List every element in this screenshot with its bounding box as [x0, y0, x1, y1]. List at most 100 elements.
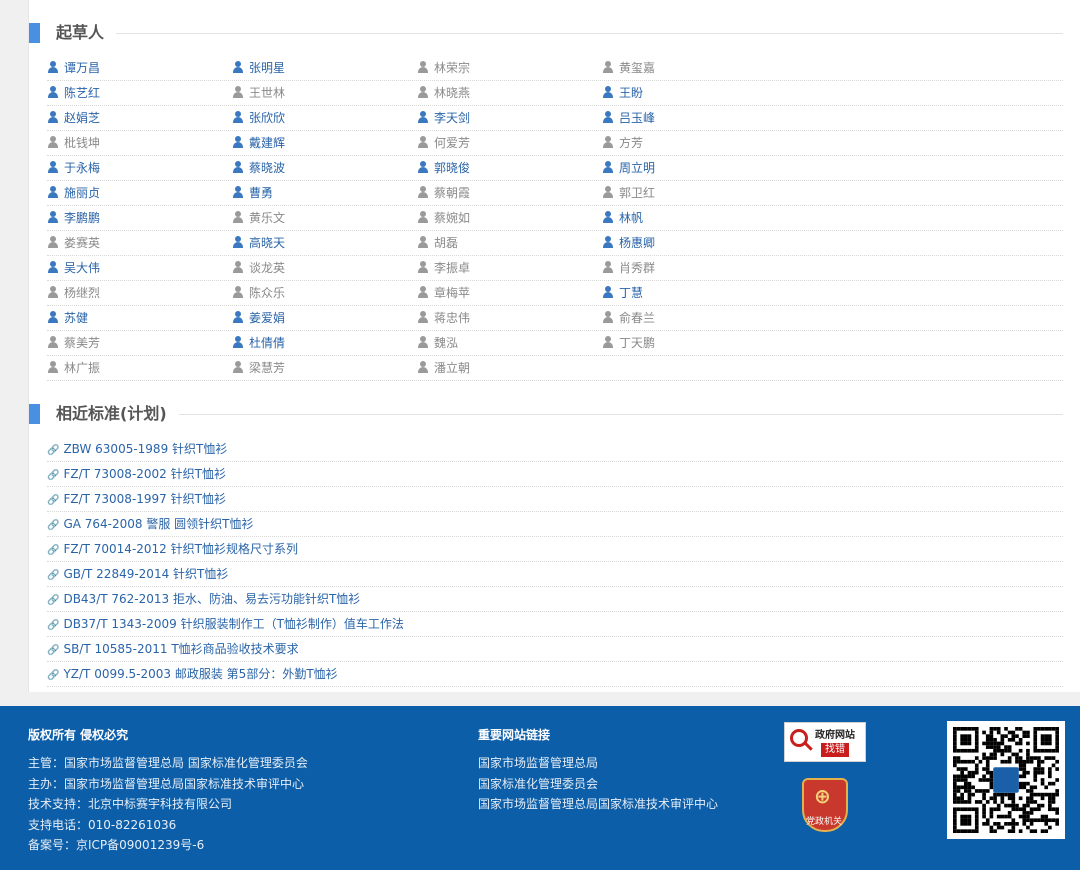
drafter-row: 枇钱坤 戴建辉 何爱芳 方芳 [47, 131, 1063, 156]
footer-link-review-center[interactable]: 国家市场监督管理总局国家标准技术审评中心 [478, 794, 728, 815]
drafter-item[interactable]: 王盼 [602, 81, 643, 105]
related-standard-link[interactable]: DB37/T 1343-2009 针织服装制作工（T恤衫制作）值车工作法 [63, 617, 403, 631]
related-standard-link[interactable]: FZ/T 73008-2002 针织T恤衫 [63, 467, 226, 481]
person-icon [47, 186, 59, 198]
magnifier-handle [804, 742, 813, 751]
related-standard-link[interactable]: SB/T 10585-2011 T恤衫商品验收技术要求 [63, 642, 298, 656]
drafter-item: 何爱芳 [417, 131, 470, 155]
person-icon [417, 161, 429, 173]
link-icon: 🔗 [47, 670, 60, 681]
related-standard-item: 🔗 GB/T 22849-2014 针织T恤衫 [47, 562, 1063, 587]
drafter-name: 娄赛英 [64, 236, 101, 250]
drafters-section-title: 起草人 [56, 21, 117, 45]
drafter-name: 姜爱娟 [249, 311, 286, 325]
drafter-item[interactable]: 陈艺红 [47, 81, 100, 105]
drafter-name: 周立明 [619, 161, 656, 175]
drafter-item[interactable]: 郭晓俊 [417, 156, 470, 180]
drafter-item[interactable]: 蔡晓波 [232, 156, 285, 180]
footer-tech-support: 技术支持：北京中标赛宇科技有限公司 [28, 797, 233, 811]
drafter-name: 郭晓俊 [434, 161, 471, 175]
drafter-name: 李鹏鹏 [64, 211, 101, 225]
related-standard-link[interactable]: FZ/T 73008-1997 针织T恤衫 [63, 492, 226, 506]
related-standard-link[interactable]: DB43/T 762-2013 拒水、防油、易去污功能针织T恤衫 [63, 592, 360, 606]
related-standards-list: 🔗 ZBW 63005-1989 针织T恤衫 🔗 FZ/T 73008-2002 针织… [47, 437, 1063, 687]
drafter-name: 蔡晓波 [249, 161, 286, 175]
drafter-name: 张明星 [249, 61, 286, 75]
person-icon [602, 286, 614, 298]
person-icon [232, 361, 244, 373]
related-standard-link[interactable]: GA 764-2008 警服 圆领针织T恤衫 [63, 517, 253, 531]
person-icon [47, 261, 59, 273]
person-icon [47, 286, 59, 298]
drafter-item: 林晓燕 [417, 81, 470, 105]
related-standard-link[interactable]: FZ/T 70014-2012 针织T恤衫规格尺寸系列 [63, 542, 298, 556]
person-icon [602, 186, 614, 198]
link-icon: 🔗 [47, 545, 60, 556]
drafter-name: 施丽贞 [64, 186, 101, 200]
drafter-name: 林广振 [64, 361, 101, 375]
drafter-name: 张欣欣 [249, 111, 286, 125]
footer-icp[interactable]: 备案号：京ICP备09001239号-6 [28, 835, 308, 856]
drafter-item: 梁慧芳 [232, 356, 285, 380]
gov-site-error-report-badge[interactable]: 政府网站 找错 [784, 722, 866, 762]
drafter-item[interactable]: 李鹏鹏 [47, 206, 100, 230]
drafter-item[interactable]: 张欣欣 [232, 106, 285, 130]
related-standard-item: 🔗 SB/T 10585-2011 T恤衫商品验收技术要求 [47, 637, 1063, 662]
drafter-item[interactable]: 丁慧 [602, 281, 643, 305]
content-panel: 起草人 谭万昌 张明星 林荣宗 黄玺嘉 陈艺红 王世林 林晓燕 王盼 赵娟芝 张欣欣 李天剑 吕玉峰枇… [28, 0, 1080, 692]
drafter-item[interactable]: 张明星 [232, 56, 285, 80]
drafter-item[interactable]: 谭万昌 [47, 56, 100, 80]
drafter-name: 李天剑 [434, 111, 471, 125]
drafter-name: 蒋忠伟 [434, 311, 471, 325]
link-icon: 🔗 [47, 520, 60, 531]
person-icon [417, 111, 429, 123]
footer-supervisor: 主管：国家市场监督管理总局 国家标准化管理委员会 [28, 756, 308, 770]
drafter-item[interactable]: 姜爱娟 [232, 306, 285, 330]
related-section-header: 相近标准(计划) [29, 402, 1063, 426]
drafter-name: 杨惠卿 [619, 236, 656, 250]
drafter-item[interactable]: 周立明 [602, 156, 655, 180]
person-icon [47, 211, 59, 223]
footer-link-samr[interactable]: 国家市场监督管理总局 [478, 753, 728, 774]
person-icon [232, 111, 244, 123]
related-standard-item: 🔗 FZ/T 73008-1997 针织T恤衫 [47, 487, 1063, 512]
party-badge-label: 党政机关 [806, 817, 843, 827]
drafter-item[interactable]: 戴建辉 [232, 131, 285, 155]
drafter-item[interactable]: 杜倩倩 [232, 331, 285, 355]
person-icon [602, 336, 614, 348]
footer-copyright-block: 版权所有 侵权必究 主管：国家市场监督管理总局 国家标准化管理委员会 主办：国家… [28, 726, 308, 856]
section-divider [56, 414, 1063, 415]
drafter-row: 吴大伟 谈龙英 李振卓 肖秀群 [47, 256, 1063, 281]
drafter-item[interactable]: 李天剑 [417, 106, 470, 130]
drafter-item[interactable]: 施丽贞 [47, 181, 100, 205]
related-standard-link[interactable]: YZ/T 0099.5-2003 邮政服装 第5部分：外勤T恤衫 [63, 667, 337, 681]
drafter-item[interactable]: 赵娟芝 [47, 106, 100, 130]
gov-badge-title: 政府网站 [815, 730, 855, 741]
person-icon [232, 186, 244, 198]
person-icon [417, 361, 429, 373]
related-standard-link[interactable]: ZBW 63005-1989 针织T恤衫 [63, 442, 227, 456]
drafter-name: 王世林 [249, 86, 286, 100]
drafter-name: 俞春兰 [619, 311, 656, 325]
qr-code-icon [953, 727, 1059, 833]
drafter-name: 王盼 [619, 86, 644, 100]
drafter-item[interactable]: 高晓天 [232, 231, 285, 255]
drafter-item: 肖秀群 [602, 256, 655, 280]
drafter-item[interactable]: 吕玉峰 [602, 106, 655, 130]
footer-link-sac[interactable]: 国家标准化管理委员会 [478, 774, 728, 795]
drafter-item[interactable]: 曹勇 [232, 181, 273, 205]
drafter-name: 林荣宗 [434, 61, 471, 75]
person-icon [602, 236, 614, 248]
person-icon [417, 86, 429, 98]
party-organ-badge[interactable]: ⊕ 党政机关 [802, 778, 848, 832]
drafter-item[interactable]: 林帆 [602, 206, 643, 230]
drafter-item: 魏泓 [417, 331, 458, 355]
related-standard-link[interactable]: GB/T 22849-2014 针织T恤衫 [63, 567, 228, 581]
person-icon [417, 311, 429, 323]
drafter-item[interactable]: 苏健 [47, 306, 88, 330]
drafter-item[interactable]: 于永梅 [47, 156, 100, 180]
drafter-item[interactable]: 吴大伟 [47, 256, 100, 280]
drafter-item[interactable]: 杨惠卿 [602, 231, 655, 255]
person-icon [232, 86, 244, 98]
drafter-item: 郭卫红 [602, 181, 655, 205]
